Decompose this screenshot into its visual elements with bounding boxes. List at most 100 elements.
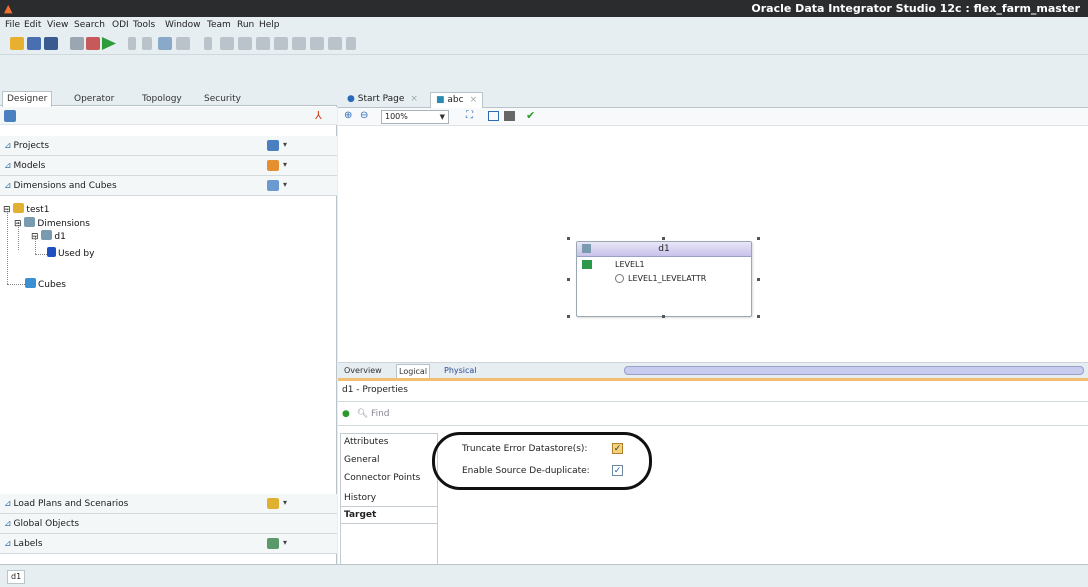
collapse-icon[interactable]: ⊟ [31,232,39,242]
step-out-icon[interactable] [256,37,270,50]
section-attributes[interactable]: Attributes [344,436,388,448]
breakpoint-icon[interactable] [204,37,212,50]
fit-icon[interactable]: ⛶ [466,110,473,121]
tree-line [35,254,47,255]
section-general[interactable]: General [344,454,379,466]
tab-topology[interactable]: Topology [138,92,186,106]
redo-icon[interactable] [86,37,100,50]
resize-handle[interactable] [567,237,570,240]
menu-odi[interactable]: ODI [112,19,129,31]
chevron-down-icon[interactable]: ▾ [283,140,287,149]
entity-name: d1 [658,244,670,254]
step-into-icon[interactable] [220,37,234,50]
resume-icon[interactable] [292,37,306,50]
zoom-in-icon[interactable]: ⊕ [344,110,352,121]
section-connector-points[interactable]: Connector Points [344,472,420,484]
models-icon[interactable] [267,160,279,171]
stop-icon[interactable] [328,37,342,50]
tool-icon[interactable] [176,37,190,50]
grid-icon[interactable] [504,111,515,121]
tree-node-cubes[interactable]: Cubes [25,278,66,291]
navigator-menu-icon[interactable]: ⅄ [315,109,329,123]
zoom-select[interactable]: 100% ▼ [381,110,449,124]
tree-node-test1[interactable]: ⊟ test1 [3,203,49,216]
tab-overview[interactable]: Overview [342,364,384,378]
tab-logical[interactable]: Logical [396,364,431,378]
menu-bar: File Edit View Search ODI Tools Window T… [0,17,1088,33]
menu-run[interactable]: Run [237,19,254,31]
accordion-models[interactable]: ⊿ Models ▾ [0,156,337,176]
menu-edit[interactable]: Edit [24,19,41,31]
tab-security[interactable]: Security [200,92,245,106]
debug-icon[interactable] [128,37,136,50]
tree-node-d1[interactable]: ⊟ d1 [31,230,66,243]
resize-handle[interactable] [567,315,570,318]
enable-dedup-checkbox[interactable]: ✓ [612,465,623,476]
horizontal-scrollbar[interactable] [624,366,1084,375]
status-tab-d1[interactable]: d1 [7,570,26,584]
find-field[interactable]: ● 🔍︎ Find [342,407,1088,421]
projects-icon[interactable] [267,140,279,151]
layout-icon[interactable] [488,111,499,121]
section-target[interactable]: Target [344,509,376,521]
chevron-down-icon[interactable]: ▾ [283,498,287,507]
accordion-labels[interactable]: ⊿ Labels ▾ [0,534,337,554]
connector-handle[interactable] [567,278,570,281]
menu-help[interactable]: Help [259,19,280,31]
menu-search[interactable]: Search [74,19,105,31]
resize-handle[interactable] [662,315,665,318]
menu-tools[interactable]: Tools [133,19,155,31]
close-icon[interactable]: × [410,94,418,104]
connect-navigator-icon[interactable] [4,110,16,122]
accordion-load-plans[interactable]: ⊿ Load Plans and Scenarios ▾ [0,494,337,514]
section-history[interactable]: History [344,492,376,504]
menu-file[interactable]: File [5,19,20,31]
tree-node-used-by[interactable]: Used by [47,247,94,260]
tab-abc[interactable]: ■ abc × [430,92,484,108]
new-icon[interactable] [10,37,24,50]
save-all-icon[interactable] [44,37,58,50]
tab-physical[interactable]: Physical [442,364,479,378]
deploy-icon[interactable] [158,37,172,50]
dimension-icon [41,230,53,240]
close-icon[interactable]: × [470,95,478,105]
dimensions-folder-icon [24,217,36,227]
truncate-error-checkbox[interactable]: ✓ [612,443,623,454]
resize-handle[interactable] [757,315,760,318]
collapse-icon[interactable]: ⊟ [14,219,22,229]
find-status-icon: ● [342,409,350,419]
odi-app-icon[interactable]: ▲ [4,2,17,15]
run-icon[interactable] [102,37,116,50]
undo-icon[interactable] [70,37,84,50]
step-return-icon[interactable] [274,37,288,50]
save-icon[interactable] [27,37,41,50]
end-icon[interactable] [346,37,356,50]
menu-view[interactable]: View [47,19,68,31]
entity-row-level1[interactable]: LEVEL1 [615,259,645,270]
labels-icon[interactable] [267,538,279,549]
tree-node-dimensions[interactable]: ⊟ Dimensions [14,217,90,230]
chevron-down-icon[interactable]: ▾ [283,538,287,547]
tab-start-page[interactable]: ● Start Page × [342,92,423,108]
connector-handle[interactable] [757,278,760,281]
accordion-load-plans-label: Load Plans and Scenarios [13,499,129,509]
step-icon[interactable] [142,37,152,50]
truncate-error-label: Truncate Error Datastore(s): [462,444,588,454]
menu-team[interactable]: Team [207,19,231,31]
accordion-projects[interactable]: ⊿ Projects ▾ [0,136,337,156]
pause-icon[interactable] [310,37,324,50]
entity-d1[interactable]: d1 LEVEL1 LEVEL1_LEVELATTR [576,241,752,317]
load-plans-icon[interactable] [267,498,279,509]
validate-icon[interactable]: ✔ [526,109,535,122]
resize-handle[interactable] [757,237,760,240]
tab-designer[interactable]: Designer [2,91,53,107]
zoom-out-icon[interactable]: ⊖ [360,110,368,121]
menu-window[interactable]: Window [165,19,201,31]
tab-operator[interactable]: Operator [70,92,118,106]
collapse-icon[interactable]: ⊟ [3,205,11,215]
entity-row-levelattr[interactable]: LEVEL1_LEVELATTR [628,273,706,284]
resize-handle[interactable] [662,237,665,240]
step-over-icon[interactable] [238,37,252,50]
chevron-down-icon[interactable]: ▾ [283,160,287,169]
accordion-global-objects[interactable]: ⊿ Global Objects [0,514,337,534]
